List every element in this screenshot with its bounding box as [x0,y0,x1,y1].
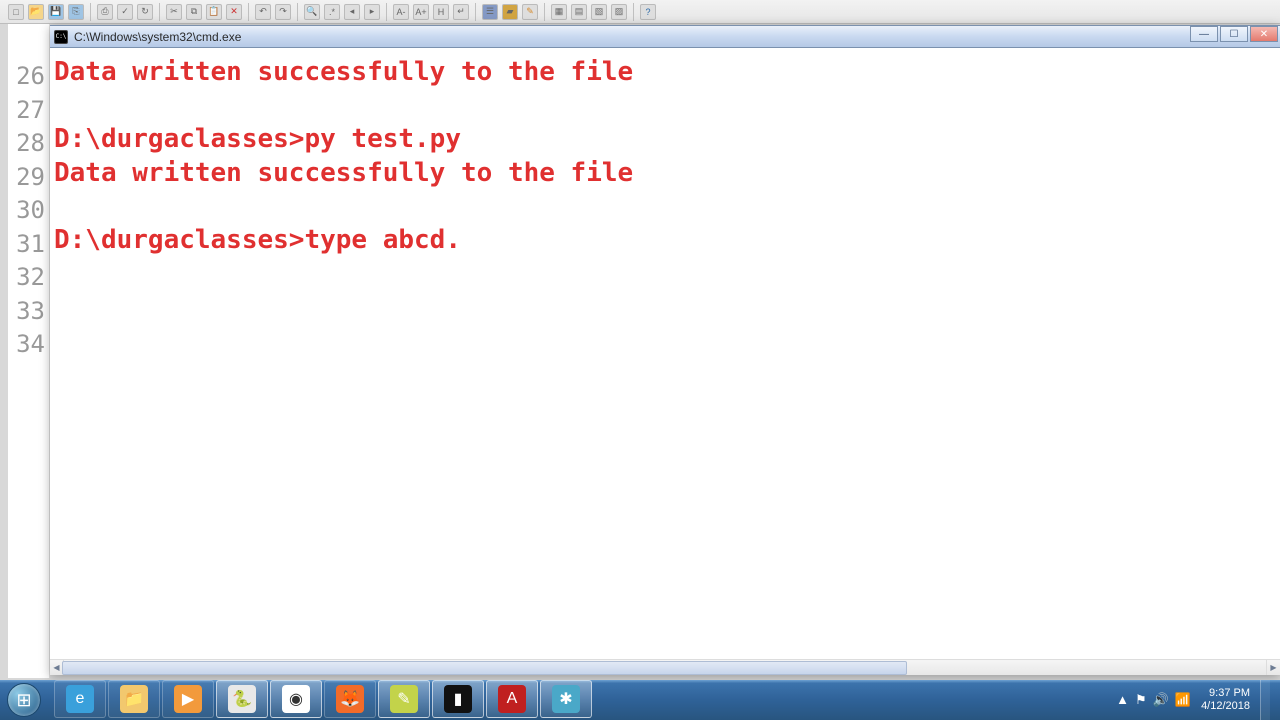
minimize-button[interactable]: — [1190,26,1218,42]
taskbar-item-utility[interactable]: ✱ [540,680,592,718]
tool-new-icon[interactable]: □ [8,4,24,20]
tool-grid-icon[interactable]: ▧ [591,4,607,20]
line-number: 27 [8,94,45,128]
show-desktop-button[interactable] [1260,680,1270,720]
terminal-line: D:\durgaclasses>py test.py [54,124,461,154]
volume-icon[interactable]: 🔊 [1153,692,1169,708]
line-number: 33 [8,295,45,329]
tool-highlight-icon[interactable]: ▰ [502,4,518,20]
horizontal-scrollbar[interactable]: ◀ ▶ [50,659,1280,675]
line-number: 32 [8,261,45,295]
utility-icon: ✱ [552,685,580,713]
tool-refresh-icon[interactable]: ↻ [137,4,153,20]
taskbar-item-file-explorer[interactable]: 📁 [108,680,160,718]
tool-grid2-icon[interactable]: ▨ [611,4,627,20]
editplus-icon: ✎ [390,685,418,713]
taskbar-item-python-idle[interactable]: 🐍 [216,680,268,718]
line-number: 30 [8,194,45,228]
python-idle-icon: 🐍 [228,685,256,713]
close-button[interactable]: ✕ [1250,26,1278,42]
tool-save-icon[interactable]: 💾 [48,4,64,20]
line-number: 28 [8,127,45,161]
taskbar: e 📁 ▶ 🐍 ◉ 🦊 ✎ ▮ A ✱ ▲ ⚑ 🔊 📶 9:37 PM 4/12/2018 [0,680,1280,720]
window-title: C:\Windows\system32\cmd.exe [74,30,1190,44]
cmd-titlebar[interactable]: C:\Windows\system32\cmd.exe — ☐ ✕ [50,26,1280,48]
task-items: e 📁 ▶ 🐍 ◉ 🦊 ✎ ▮ A ✱ [48,680,592,720]
date-text: 4/12/2018 [1201,700,1250,713]
internet-explorer-icon: e [66,685,94,713]
action-center-icon[interactable]: ⚑ [1135,692,1147,708]
tool-redo-icon[interactable]: ↷ [275,4,291,20]
tool-delete-icon[interactable]: ✕ [226,4,242,20]
taskbar-item-editplus[interactable]: ✎ [378,680,430,718]
tool-findreg-icon[interactable]: .* [324,4,340,20]
cmd-icon [54,30,68,44]
taskbar-item-internet-explorer[interactable]: e [54,680,106,718]
time-text: 9:37 PM [1201,687,1250,700]
taskbar-item-media-player[interactable]: ▶ [162,680,214,718]
tool-undo-icon[interactable]: ↶ [255,4,271,20]
tool-row-icon[interactable]: ▤ [571,4,587,20]
scroll-right-icon[interactable]: ▶ [1266,660,1280,675]
tool-fontinc-icon[interactable]: A+ [413,4,429,20]
clock[interactable]: 9:37 PM 4/12/2018 [1201,687,1250,713]
scrollbar-thumb[interactable] [62,661,907,675]
tool-help-icon[interactable]: ? [640,4,656,20]
tool-h-icon[interactable]: H [433,4,449,20]
tool-fontdec-icon[interactable]: A- [393,4,409,20]
taskbar-item-firefox[interactable]: 🦊 [324,680,376,718]
tool-marker-icon[interactable]: ✎ [522,4,538,20]
line-number: 29 [8,161,45,195]
windows-logo-icon [7,683,41,717]
chrome-icon: ◉ [282,685,310,713]
tray-overflow-icon[interactable]: ▲ [1116,692,1129,708]
media-player-icon: ▶ [174,685,202,713]
cmd-window: C:\Windows\system32\cmd.exe — ☐ ✕ Data w… [50,25,1280,675]
terminal-line: Data written successfully to the file [54,158,633,188]
system-tray: ▲ ⚑ 🔊 📶 9:37 PM 4/12/2018 [1116,680,1280,720]
tool-copy-icon[interactable]: ⧉ [186,4,202,20]
tool-find-icon[interactable]: 🔍 [304,4,320,20]
tool-prev-icon[interactable]: ◂ [344,4,360,20]
terminal-line: Data written successfully to the file [54,57,633,87]
terminal-body[interactable]: Data written successfully to the file D:… [50,48,1280,659]
tool-saveall-icon[interactable]: ⎘ [68,4,84,20]
terminal-line: D:\durgaclasses>type abcd. [54,225,461,255]
line-number: 26 [8,60,45,94]
editor-toolbar: □ 📂 💾 ⎘ ⎙ ✓ ↻ ✂ ⧉ 📋 ✕ ↶ ↷ 🔍 .* ◂ ▸ A- A+… [0,0,1280,24]
tool-paste-icon[interactable]: 📋 [206,4,222,20]
taskbar-item-cmd[interactable]: ▮ [432,680,484,718]
cmd-icon: ▮ [444,685,472,713]
file-explorer-icon: 📁 [120,685,148,713]
firefox-icon: 🦊 [336,685,364,713]
tool-col-icon[interactable]: ▦ [551,4,567,20]
line-number: 31 [8,228,45,262]
line-number: 34 [8,328,45,362]
tool-wrap-icon[interactable]: ↵ [453,4,469,20]
taskbar-item-adobe-reader[interactable]: A [486,680,538,718]
tool-panel-icon[interactable]: ☰ [482,4,498,20]
tool-next-icon[interactable]: ▸ [364,4,380,20]
network-icon[interactable]: 📶 [1175,692,1191,708]
tool-print-icon[interactable]: ⎙ [97,4,113,20]
taskbar-item-chrome[interactable]: ◉ [270,680,322,718]
start-button[interactable] [0,680,48,720]
tool-cut-icon[interactable]: ✂ [166,4,182,20]
tool-open-icon[interactable]: 📂 [28,4,44,20]
line-number-gutter: 26 27 28 29 30 31 32 33 34 [8,24,50,678]
tool-spell-icon[interactable]: ✓ [117,4,133,20]
maximize-button[interactable]: ☐ [1220,26,1248,42]
adobe-reader-icon: A [498,685,526,713]
